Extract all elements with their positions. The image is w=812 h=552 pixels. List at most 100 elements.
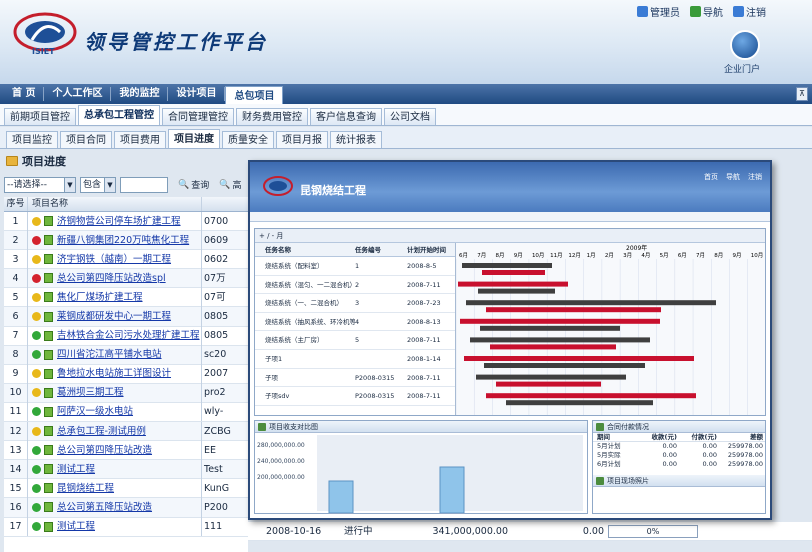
query-button[interactable]: 🔍 查询 <box>178 178 209 192</box>
project-link[interactable]: 葛洲坝三期工程 <box>57 387 124 398</box>
project-link[interactable]: 莱钢成都研发中心一期工程 <box>57 311 171 322</box>
nav-home[interactable]: 首 页 <box>4 87 45 101</box>
table-row[interactable]: 13 总公司第四降压站改造 EE <box>4 440 248 461</box>
gantt-bar-actual[interactable] <box>486 307 661 313</box>
project-link[interactable]: 昆钢烧结工程 <box>57 483 114 494</box>
invest-panel: 项目收支对比图 280,000,000.00 240,000,000.00 200,… <box>254 420 588 514</box>
status-dot-icon <box>32 235 41 245</box>
gantt-bar[interactable] <box>458 281 568 287</box>
table-row[interactable]: 14 测试工程 Test <box>4 459 248 480</box>
gantt-bar[interactable] <box>476 374 626 380</box>
tab-finance[interactable]: 财务费用管控 <box>236 108 308 125</box>
popup-logout-link[interactable]: 注销 <box>748 172 762 182</box>
gantt-month-label: 2月 <box>605 252 614 259</box>
table-row[interactable]: 11 阿萨汉一级水电站 wly- <box>4 402 248 423</box>
gantt-toolbar[interactable]: + / - 月 <box>255 229 765 243</box>
logout-link[interactable]: 注销 <box>733 4 766 19</box>
tab-reports[interactable]: 统计报表 <box>330 131 382 148</box>
tab-project-cost[interactable]: 项目费用 <box>114 131 166 148</box>
gantt-row[interactable]: 烧结系统（抽风系统、环冷机等） 4 2008-8-13 <box>255 313 455 332</box>
table-row[interactable]: 9 鲁地拉水电站施工详图设计 2007 <box>4 364 248 384</box>
gantt-bar-actual[interactable] <box>478 288 555 294</box>
project-link[interactable]: 测试工程 <box>57 521 95 532</box>
gantt-row[interactable]: 子项sdv P2008-0315 2008-7-11 <box>255 387 455 406</box>
gantt-row[interactable]: 烧结系统（配料室） 1 2008-8-5 <box>255 257 455 276</box>
gantt-row[interactable]: 烧结系统（主厂房） 5 2008-7-11 <box>255 331 455 350</box>
gantt-bar[interactable] <box>466 300 716 306</box>
project-link[interactable]: 总公司第四降压站改造 <box>57 445 152 456</box>
nav-monitor[interactable]: 我的监控 <box>111 87 169 101</box>
project-link[interactable]: 总公司第四降压站改造spl <box>57 273 166 284</box>
table-row[interactable]: 8 四川省沱江高平铺水电站 sc20 <box>4 345 248 365</box>
collapse-button[interactable]: ⊼ <box>796 87 808 101</box>
gantt-bar-actual[interactable] <box>496 381 601 387</box>
field-select[interactable]: --请选择-- ▼ <box>4 176 76 193</box>
table-row[interactable]: 10 葛洲坝三期工程 pro2 <box>4 383 248 403</box>
gantt-bar[interactable] <box>486 393 696 399</box>
gantt-bar-actual[interactable] <box>484 363 645 368</box>
table-row[interactable]: 6 莱钢成都研发中心一期工程 0805 <box>4 307 248 327</box>
popup-nav-link[interactable]: 导航 <box>726 172 740 182</box>
project-link[interactable]: 新疆八钢集团220万吨焦化工程 <box>57 235 189 246</box>
gantt-bar[interactable] <box>462 263 552 268</box>
project-code: 0602 <box>204 253 229 265</box>
tab-project-schedule[interactable]: 项目进度 <box>168 129 220 148</box>
nav-personal[interactable]: 个人工作区 <box>44 87 112 101</box>
axis-tick-label: 200,000,000.00 <box>257 474 305 481</box>
table-row[interactable]: 2 新疆八钢集团220万吨焦化工程 0609 <box>4 230 248 251</box>
gantt-bar-actual[interactable] <box>490 344 616 350</box>
project-link[interactable]: 吉林铁合金公司污水处理扩建工程 <box>57 330 200 341</box>
project-link[interactable]: 总公司第五降压站改造 <box>57 502 152 513</box>
tab-project-contract[interactable]: 项目合同 <box>60 131 112 148</box>
project-link[interactable]: 济钢物营公司停车场扩建工程 <box>57 216 181 227</box>
gantt-month-label: 10月 <box>751 252 764 259</box>
project-link[interactable]: 焦化厂煤场扩建工程 <box>57 292 143 303</box>
tab-customer[interactable]: 客户信息查询 <box>310 108 382 125</box>
table-row[interactable]: 15 昆钢烧结工程 KunG <box>4 478 248 499</box>
gantt-bar-actual[interactable] <box>506 400 653 406</box>
nav-design[interactable]: 设计项目 <box>168 87 226 101</box>
nav-epc[interactable]: 总包项目 <box>225 85 284 105</box>
table-row[interactable]: 7 吉林铁合金公司污水处理扩建工程 0805 <box>4 326 248 346</box>
gantt-row[interactable]: 烧结系统（一、二混合机） 3 2008-7-23 <box>255 294 455 313</box>
table-row[interactable]: 3 济宇钢铁（越南）一期工程 0602 <box>4 249 248 270</box>
gantt-bar-actual[interactable] <box>480 325 620 331</box>
search-input[interactable] <box>120 176 168 193</box>
table-row[interactable]: 17 测试工程 111 <box>4 517 248 537</box>
tab-project-monitor[interactable]: 项目监控 <box>6 131 58 148</box>
table-row[interactable]: 16 总公司第五降压站改造 P200 <box>4 497 248 518</box>
project-link[interactable]: 总承包工程-测试用例 <box>57 426 146 437</box>
tab-contract[interactable]: 合同管理管控 <box>162 108 234 125</box>
table-row[interactable]: 4 总公司第四降压站改造spl 07万 <box>4 268 248 289</box>
gantt-row[interactable]: 子项1 2008-1-14 <box>255 350 455 369</box>
document-icon <box>44 426 53 437</box>
table-row[interactable]: 1 济钢物营公司停车场扩建工程 0700 <box>4 211 248 232</box>
status-dot-icon <box>32 312 41 322</box>
project-link[interactable]: 阿萨汉一级水电站 <box>57 406 133 417</box>
project-link[interactable]: 济宇钢铁（越南）一期工程 <box>57 254 171 265</box>
portal-button[interactable]: 企业门户 <box>724 30 764 76</box>
project-link[interactable]: 测试工程 <box>57 464 95 475</box>
gantt-row[interactable]: 烧结系统（混匀、一二混合机） 2 2008-7-11 <box>255 276 455 295</box>
gantt-bar[interactable] <box>464 356 694 361</box>
gantt-bar-actual[interactable] <box>482 270 545 275</box>
nav-link[interactable]: 导航 <box>690 4 723 19</box>
tab-quality[interactable]: 质量安全 <box>222 131 274 148</box>
gantt-bar[interactable] <box>460 318 660 324</box>
project-link[interactable]: 鲁地拉水电站施工详图设计 <box>57 368 171 379</box>
admin-link[interactable]: 管理员 <box>637 4 680 19</box>
table-row[interactable]: 12 总承包工程-测试用例 ZCBG <box>4 421 248 442</box>
tab-epc-control[interactable]: 总承包工程管控 <box>78 105 160 125</box>
popup-home-link[interactable]: 首页 <box>704 172 718 182</box>
gantt-bar[interactable] <box>470 337 650 343</box>
operator-select[interactable]: 包含 ▼ <box>80 176 116 193</box>
advanced-button[interactable]: 🔍 高 <box>219 178 241 192</box>
project-link[interactable]: 四川省沱江高平铺水电站 <box>57 349 162 360</box>
row-number: 7 <box>4 326 28 346</box>
tab-monthly[interactable]: 项目月报 <box>276 131 328 148</box>
gantt-row[interactable]: 子项 P2008-0315 2008-7-11 <box>255 369 455 388</box>
tab-preproject[interactable]: 前期项目管控 <box>4 108 76 125</box>
tab-docs[interactable]: 公司文档 <box>384 108 436 125</box>
table-row[interactable]: 5 焦化厂煤场扩建工程 07可 <box>4 287 248 308</box>
popup-bottom: 项目收支对比图 280,000,000.00 240,000,000.00 200,… <box>254 420 766 514</box>
